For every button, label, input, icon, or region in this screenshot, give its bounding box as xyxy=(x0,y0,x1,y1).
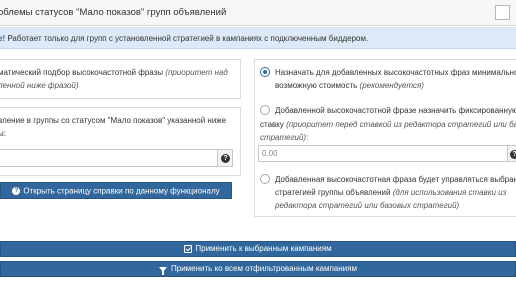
notice-bar: е! Работает только для групп с установле… xyxy=(0,27,516,49)
bid-strategy-text-3: редактора стратегий или базовых стратеги… xyxy=(275,201,460,210)
bid-strategy-radio[interactable] xyxy=(260,174,270,184)
bid-min-cost-italic: (рекомендуется) xyxy=(359,81,424,90)
auto-phrase-option-italic: (приоритет над xyxy=(165,68,228,77)
notice-text: е! Работает только для групп с установле… xyxy=(0,34,368,43)
bid-fixed-text-3: стратегий): xyxy=(260,133,308,142)
fixed-bid-help-button[interactable]: ? xyxy=(508,145,516,162)
panel-header: облемы статусов "Мало показов" групп объ… xyxy=(0,0,516,26)
open-help-button[interactable]: ? Открыть страницу справки по данному фун… xyxy=(0,182,232,199)
apply-selected-button[interactable]: Применить к выбранным кампаниям xyxy=(0,241,516,257)
auto-phrase-option-text-2: ленной ниже фразой) xyxy=(0,81,79,90)
bid-fixed-radio[interactable] xyxy=(260,105,270,115)
bid-strategy-italic: (для использования ставки из xyxy=(392,188,507,197)
manual-phrase-option-text-1: вление в группы со статусом "Мало показо… xyxy=(0,116,227,125)
phrase-help-button[interactable]: ? xyxy=(218,149,233,167)
question-circle-icon: ? xyxy=(221,154,230,163)
manual-phrase-option-text-2: ы: xyxy=(0,129,6,138)
bid-fixed-italic: (приоритет перед ставкой из редактора ст… xyxy=(286,120,516,129)
notice-label: е! xyxy=(0,34,6,43)
bid-fixed-plain: ставку xyxy=(260,120,287,129)
auto-phrase-option-panel[interactable] xyxy=(0,59,241,99)
fixed-bid-input[interactable] xyxy=(258,145,508,162)
question-circle-icon: ? xyxy=(510,150,516,159)
filter-icon xyxy=(159,266,168,275)
bid-fixed-text-1: Добавленной высокочастотной фразе назнач… xyxy=(275,106,516,115)
bid-fixed-italic-2: стратегий) xyxy=(260,133,307,142)
bid-fixed-text-2: ставку (приоритет перед ставкой из редак… xyxy=(260,120,516,129)
bid-fixed-colon: : xyxy=(306,133,309,142)
question-circle-icon: ? xyxy=(12,186,21,195)
bid-min-cost-radio[interactable] xyxy=(260,67,270,77)
panel-title: облемы статусов "Мало показов" групп объ… xyxy=(0,7,227,18)
select-checkbox[interactable] xyxy=(495,5,510,20)
bid-min-cost-text-2: возможную стоимость (рекомендуется) xyxy=(275,81,424,90)
bid-strategy-text-2: стратегией группы объявлений (для исполь… xyxy=(275,188,506,197)
check-square-icon xyxy=(184,245,193,253)
apply-filtered-button[interactable]: Применить ко всем отфильтрованным кампан… xyxy=(0,261,516,277)
auto-phrase-option-text-1: матический подбор высокочастотной фразы … xyxy=(0,68,228,77)
bid-strategy-text-1: Добавленная высокочастотная фраза будет … xyxy=(275,175,516,184)
phrase-input[interactable] xyxy=(0,149,218,167)
bid-min-cost-text-1: Назначать для добавленных высокочастотны… xyxy=(275,68,516,77)
notice-message: Работает только для групп с установленно… xyxy=(7,34,369,43)
bid-min-cost-plain: возможную стоимость xyxy=(275,81,360,90)
apply-selected-label: Применить к выбранным кампаниям xyxy=(195,244,332,253)
apply-filtered-label: Применить ко всем отфильтрованным кампан… xyxy=(171,264,357,273)
bid-strategy-plain: стратегией группы объявлений xyxy=(275,188,393,197)
fixed-bid-input-value: 0.00 xyxy=(262,149,278,158)
open-help-button-label: Открыть страницу справки по данному функ… xyxy=(23,186,220,196)
auto-phrase-option-plain: матический подбор высокочастотной фразы xyxy=(0,68,166,77)
